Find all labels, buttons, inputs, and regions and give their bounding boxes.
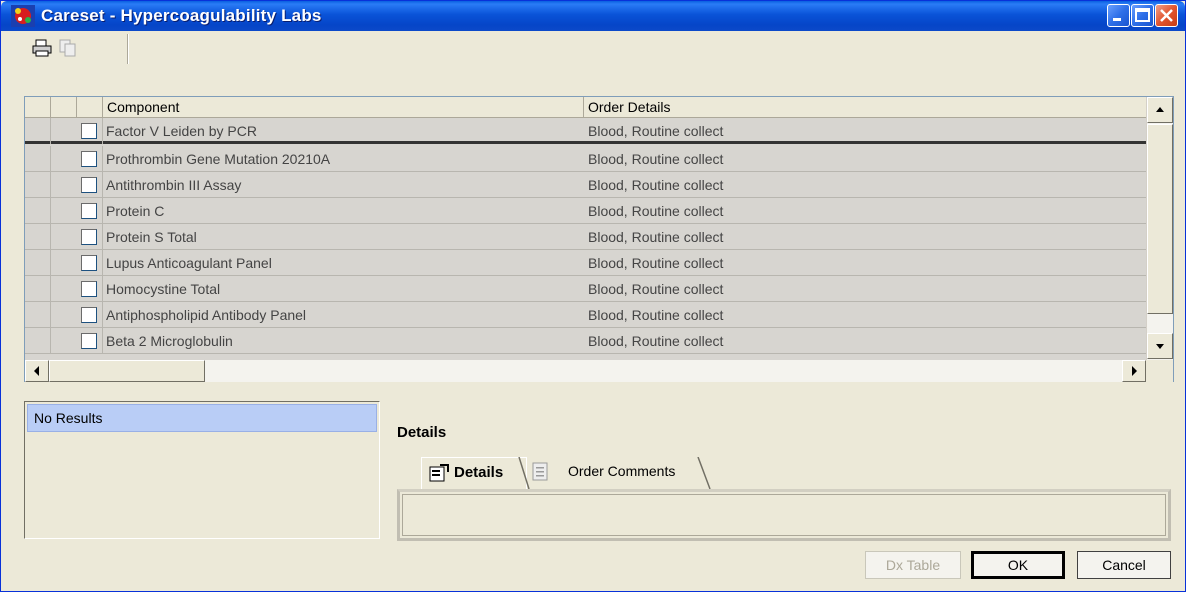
details-tab-panel — [397, 489, 1171, 541]
tab-order-comments[interactable]: Order Comments — [528, 457, 718, 490]
minimize-icon — [1113, 18, 1121, 21]
header-check-col — [77, 97, 103, 118]
header-select-col — [25, 97, 51, 118]
print-icon[interactable] — [31, 37, 53, 59]
vertical-scrollbar[interactable] — [1146, 97, 1173, 360]
comments-icon — [532, 462, 548, 481]
row-checkbox[interactable] — [81, 151, 97, 167]
horizontal-scrollbar[interactable] — [25, 360, 1146, 382]
details-icon — [429, 464, 449, 482]
horizontal-scroll-thumb[interactable] — [49, 360, 205, 382]
list-item[interactable]: No Results — [27, 404, 377, 432]
table-row[interactable]: Factor V Leiden by PCR Blood, Routine co… — [25, 118, 1146, 144]
tab-edge — [697, 457, 711, 490]
minimize-button[interactable] — [1107, 4, 1130, 27]
row-checkbox[interactable] — [81, 229, 97, 245]
component-cell: Homocystine Total — [106, 281, 221, 297]
components-grid: Component Order Details Factor V Leiden … — [24, 96, 1174, 382]
toolbar-separator — [127, 34, 129, 64]
header-component[interactable]: Component — [103, 97, 584, 118]
scroll-left-button[interactable] — [25, 360, 49, 382]
table-row[interactable]: Beta 2 Microglobulin Blood, Routine coll… — [25, 328, 1146, 354]
header-order-details[interactable]: Order Details — [584, 97, 1146, 118]
tab-details-label: Details — [454, 464, 504, 481]
row-checkbox[interactable] — [81, 255, 97, 271]
maximize-button[interactable] — [1131, 4, 1154, 27]
scroll-corner — [1146, 360, 1173, 382]
component-cell: Antithrombin III Assay — [106, 177, 242, 193]
order-details-cell: Blood, Routine collect — [588, 281, 724, 297]
arrow-up-icon — [1156, 107, 1164, 112]
ok-button[interactable]: OK — [971, 551, 1065, 579]
component-cell: Protein S Total — [106, 229, 197, 245]
row-checkbox[interactable] — [81, 307, 97, 323]
component-cell: Beta 2 Microglobulin — [106, 333, 233, 349]
scroll-down-button[interactable] — [1147, 333, 1173, 359]
order-details-cell: Blood, Routine collect — [588, 255, 724, 271]
copy-icon[interactable] — [57, 37, 79, 59]
component-cell: Lupus Anticoagulant Panel — [106, 255, 272, 271]
results-list[interactable]: No Results — [24, 401, 380, 539]
arrow-right-icon — [1132, 366, 1137, 376]
table-row[interactable]: Protein C Blood, Routine collect — [25, 198, 1146, 224]
window-title: Careset - Hypercoagulability Labs — [41, 6, 322, 25]
grid-header: Component Order Details — [25, 97, 1146, 118]
row-checkbox[interactable] — [81, 177, 97, 193]
component-cell: Factor V Leiden by PCR — [106, 123, 257, 139]
table-row[interactable]: Antithrombin III Assay Blood, Routine co… — [25, 172, 1146, 198]
order-details-cell: Blood, Routine collect — [588, 151, 724, 167]
component-cell: Prothrombin Gene Mutation 20210A — [106, 151, 331, 167]
dx-table-button[interactable]: Dx Table — [865, 551, 961, 579]
table-row[interactable]: Protein S Total Blood, Routine collect — [25, 224, 1146, 250]
cancel-button[interactable]: Cancel — [1077, 551, 1171, 579]
tab-order-comments-label: Order Comments — [568, 463, 676, 479]
table-row[interactable]: Homocystine Total Blood, Routine collect — [25, 276, 1146, 302]
row-checkbox[interactable] — [81, 123, 97, 139]
careset-window: Careset - Hypercoagulability Labs Compon… — [0, 0, 1186, 592]
details-heading: Details — [397, 424, 447, 441]
header-status-col — [51, 97, 77, 118]
toolbar — [7, 34, 1179, 64]
close-icon — [1160, 9, 1173, 22]
order-details-cell: Blood, Routine collect — [588, 229, 724, 245]
arrow-left-icon — [34, 366, 39, 376]
close-button[interactable] — [1155, 4, 1178, 27]
scroll-right-button[interactable] — [1122, 360, 1146, 382]
tab-details[interactable]: Details — [421, 457, 527, 489]
order-details-cell: Blood, Routine collect — [588, 203, 724, 219]
order-details-cell: Blood, Routine collect — [588, 123, 724, 139]
row-checkbox[interactable] — [81, 203, 97, 219]
order-details-cell: Blood, Routine collect — [588, 307, 724, 323]
component-cell: Antiphospholipid Antibody Panel — [106, 307, 307, 323]
row-checkbox[interactable] — [81, 333, 97, 349]
table-row[interactable]: Antiphospholipid Antibody Panel Blood, R… — [25, 302, 1146, 328]
vertical-scroll-thumb[interactable] — [1147, 124, 1173, 314]
maximize-icon — [1135, 8, 1150, 22]
row-checkbox[interactable] — [81, 281, 97, 297]
scroll-up-button[interactable] — [1147, 97, 1173, 123]
title-bar[interactable]: Careset - Hypercoagulability Labs — [1, 1, 1185, 31]
careset-app-icon — [11, 5, 35, 27]
table-row[interactable]: Prothrombin Gene Mutation 20210A Blood, … — [25, 146, 1146, 172]
order-details-cell: Blood, Routine collect — [588, 177, 724, 193]
arrow-down-icon — [1156, 344, 1164, 349]
table-row[interactable]: Lupus Anticoagulant Panel Blood, Routine… — [25, 250, 1146, 276]
component-cell: Protein C — [106, 203, 165, 219]
order-details-cell: Blood, Routine collect — [588, 333, 724, 349]
